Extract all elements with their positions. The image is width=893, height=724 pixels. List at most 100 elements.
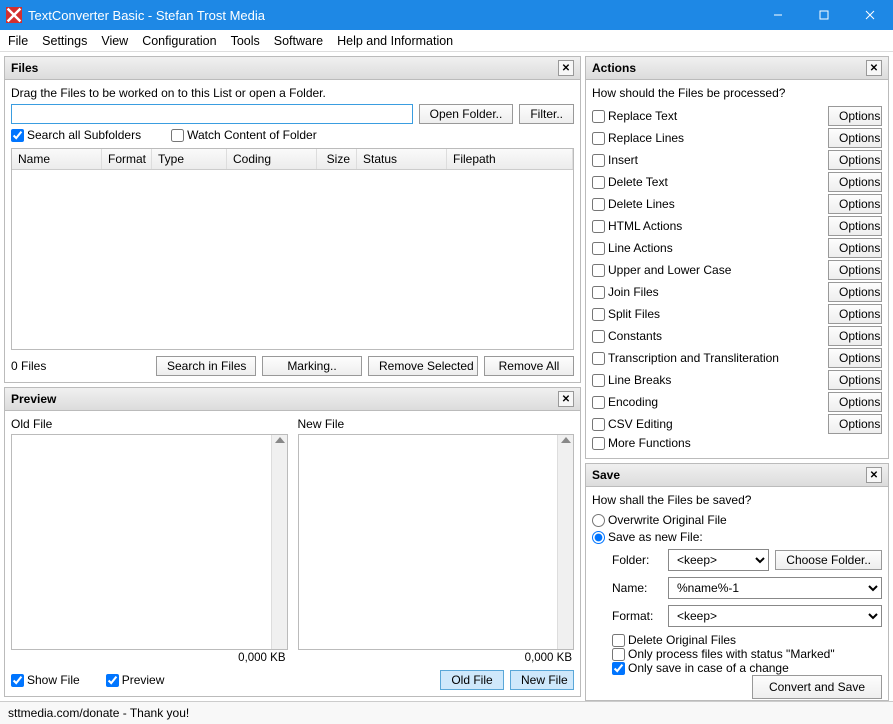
open-folder-button[interactable]: Open Folder.. <box>419 104 514 124</box>
overwrite-radio[interactable]: Overwrite Original File <box>592 513 882 527</box>
scrollbar[interactable] <box>271 435 287 649</box>
action-delete-lines[interactable]: Delete Lines <box>592 197 828 211</box>
menu-view[interactable]: View <box>101 34 128 48</box>
old-file-size: 0,000 KB <box>11 652 288 664</box>
window-title: TextConverter Basic - Stefan Trost Media <box>28 8 755 23</box>
actions-question: How should the Files be processed? <box>592 86 882 100</box>
preview-panel-title: Preview <box>11 392 56 406</box>
files-table[interactable]: Name Format Type Coding Size Status File… <box>11 148 574 350</box>
filter-button[interactable]: Filter.. <box>519 104 574 124</box>
scrollbar[interactable] <box>557 435 573 649</box>
preview-panel-close-icon[interactable]: ✕ <box>558 391 574 407</box>
col-format[interactable]: Format <box>102 149 152 169</box>
search-in-files-button[interactable]: Search in Files <box>156 356 256 376</box>
options-button[interactable]: Options <box>828 326 882 346</box>
options-button[interactable]: Options <box>828 172 882 192</box>
statusbar: sttmedia.com/donate - Thank you! <box>0 701 893 724</box>
files-hint: Drag the Files to be worked on to this L… <box>11 86 574 100</box>
col-size[interactable]: Size <box>317 149 357 169</box>
actions-panel: Actions✕ How should the Files be process… <box>585 56 889 459</box>
delete-original-checkbox[interactable]: Delete Original Files <box>612 633 882 647</box>
close-button[interactable] <box>847 0 893 30</box>
watch-folder-checkbox[interactable]: Watch Content of Folder <box>171 128 317 142</box>
save-panel-close-icon[interactable]: ✕ <box>866 467 882 483</box>
options-button[interactable]: Options <box>828 282 882 302</box>
save-panel-title: Save <box>592 468 620 482</box>
action-more-functions[interactable]: More Functions <box>592 436 882 450</box>
format-label: Format: <box>612 609 662 623</box>
options-button[interactable]: Options <box>828 150 882 170</box>
preview-checkbox[interactable]: Preview <box>106 673 165 687</box>
action-upper-and-lower-case[interactable]: Upper and Lower Case <box>592 263 828 277</box>
old-file-button[interactable]: Old File <box>440 670 504 690</box>
action-transcription-and-transliteration[interactable]: Transcription and Transliteration <box>592 351 828 365</box>
options-button[interactable]: Options <box>828 348 882 368</box>
path-input[interactable] <box>11 104 413 124</box>
save-as-new-radio[interactable]: Save as new File: <box>592 530 882 544</box>
col-status[interactable]: Status <box>357 149 447 169</box>
remove-selected-button[interactable]: Remove Selected <box>368 356 478 376</box>
folder-label: Folder: <box>612 553 662 567</box>
action-html-actions[interactable]: HTML Actions <box>592 219 828 233</box>
only-change-checkbox[interactable]: Only save in case of a change <box>612 661 882 675</box>
action-split-files[interactable]: Split Files <box>592 307 828 321</box>
convert-and-save-button[interactable]: Convert and Save <box>752 675 882 699</box>
menu-settings[interactable]: Settings <box>42 34 87 48</box>
minimize-button[interactable] <box>755 0 801 30</box>
menu-software[interactable]: Software <box>274 34 323 48</box>
options-button[interactable]: Options <box>828 128 882 148</box>
new-file-button[interactable]: New File <box>510 670 574 690</box>
only-marked-checkbox[interactable]: Only process files with status "Marked" <box>612 647 882 661</box>
options-button[interactable]: Options <box>828 414 882 434</box>
action-join-files[interactable]: Join Files <box>592 285 828 299</box>
col-name[interactable]: Name <box>12 149 102 169</box>
menu-configuration[interactable]: Configuration <box>142 34 216 48</box>
old-file-box[interactable] <box>11 434 288 650</box>
name-label: Name: <box>612 581 662 595</box>
save-question: How shall the Files be saved? <box>592 493 882 507</box>
name-select[interactable]: %name%-1 <box>668 577 882 599</box>
col-filepath[interactable]: Filepath <box>447 149 573 169</box>
action-csv-editing[interactable]: CSV Editing <box>592 417 828 431</box>
choose-folder-button[interactable]: Choose Folder.. <box>775 550 882 570</box>
options-button[interactable]: Options <box>828 260 882 280</box>
options-button[interactable]: Options <box>828 106 882 126</box>
options-button[interactable]: Options <box>828 216 882 236</box>
action-line-breaks[interactable]: Line Breaks <box>592 373 828 387</box>
col-type[interactable]: Type <box>152 149 227 169</box>
show-file-checkbox[interactable]: Show File <box>11 673 80 687</box>
action-replace-text[interactable]: Replace Text <box>592 109 828 123</box>
format-select[interactable]: <keep> <box>668 605 882 627</box>
action-encoding[interactable]: Encoding <box>592 395 828 409</box>
options-button[interactable]: Options <box>828 304 882 324</box>
options-button[interactable]: Options <box>828 370 882 390</box>
actions-panel-close-icon[interactable]: ✕ <box>866 60 882 76</box>
action-delete-text[interactable]: Delete Text <box>592 175 828 189</box>
new-file-box[interactable] <box>298 434 575 650</box>
options-button[interactable]: Options <box>828 238 882 258</box>
options-button[interactable]: Options <box>828 392 882 412</box>
action-replace-lines[interactable]: Replace Lines <box>592 131 828 145</box>
action-line-actions[interactable]: Line Actions <box>592 241 828 255</box>
preview-panel: Preview✕ Old File 0,000 KB New File 0,00… <box>4 387 581 697</box>
options-button[interactable]: Options <box>828 194 882 214</box>
app-icon <box>6 7 22 23</box>
search-subfolders-checkbox[interactable]: Search all Subfolders <box>11 128 141 142</box>
save-panel: Save ✕ How shall the Files be saved? Over… <box>585 463 889 701</box>
files-panel: Files ✕ Drag the Files to be worked on to… <box>4 56 581 383</box>
titlebar: TextConverter Basic - Stefan Trost Media <box>0 0 893 30</box>
files-panel-close-icon[interactable]: ✕ <box>558 60 574 76</box>
files-panel-title: Files <box>11 61 38 75</box>
col-coding[interactable]: Coding <box>227 149 317 169</box>
action-constants[interactable]: Constants <box>592 329 828 343</box>
maximize-button[interactable] <box>801 0 847 30</box>
action-insert[interactable]: Insert <box>592 153 828 167</box>
menu-tools[interactable]: Tools <box>231 34 260 48</box>
remove-all-button[interactable]: Remove All <box>484 356 574 376</box>
marking-button[interactable]: Marking.. <box>262 356 362 376</box>
folder-select[interactable]: <keep> <box>668 549 769 571</box>
menu-file[interactable]: File <box>8 34 28 48</box>
menu-help[interactable]: Help and Information <box>337 34 453 48</box>
menubar: File Settings View Configuration Tools S… <box>0 30 893 52</box>
new-file-label: New File <box>298 417 575 431</box>
